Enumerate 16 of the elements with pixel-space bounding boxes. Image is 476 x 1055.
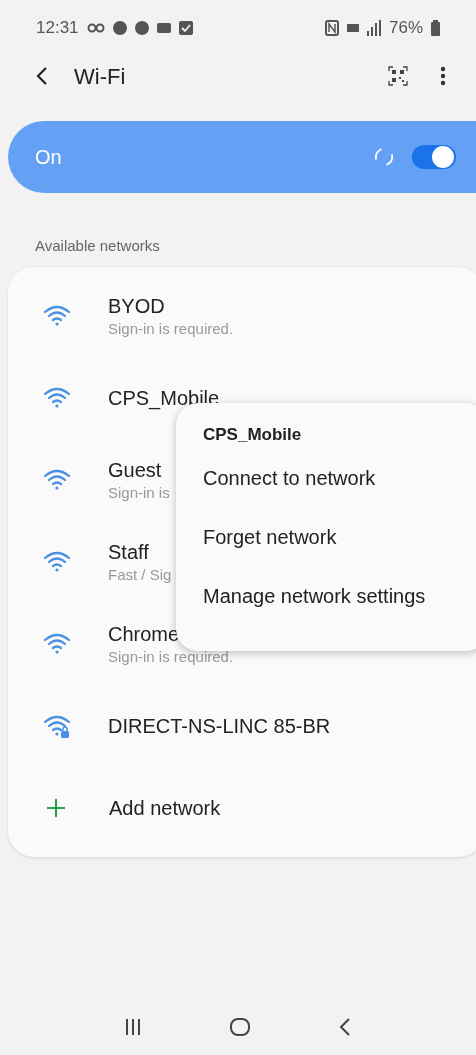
network-status: Fast / Sig [108, 564, 172, 585]
network-name: BYOD [108, 293, 166, 319]
network-status: Sign-in is required. [108, 646, 234, 667]
menu-title: CPS_Mobile [203, 423, 303, 446]
network-name: CPS_Mobile [108, 385, 220, 411]
network-name: DIRECT-NS-LINC 85-BR [108, 713, 331, 739]
network-name: Guest [108, 457, 163, 483]
battery-percentage: 76% [388, 17, 423, 40]
network-name: Chrome [108, 621, 181, 647]
section-title: Available networks [35, 236, 161, 256]
network-name: Staff [108, 539, 150, 565]
network-status: Sign-in is required. [108, 318, 234, 339]
clock: 12:31 [36, 17, 79, 40]
toggle-label: On [35, 145, 62, 170]
network-status: Sign-in is [108, 482, 170, 503]
page-title: Wi-Fi [74, 62, 126, 91]
